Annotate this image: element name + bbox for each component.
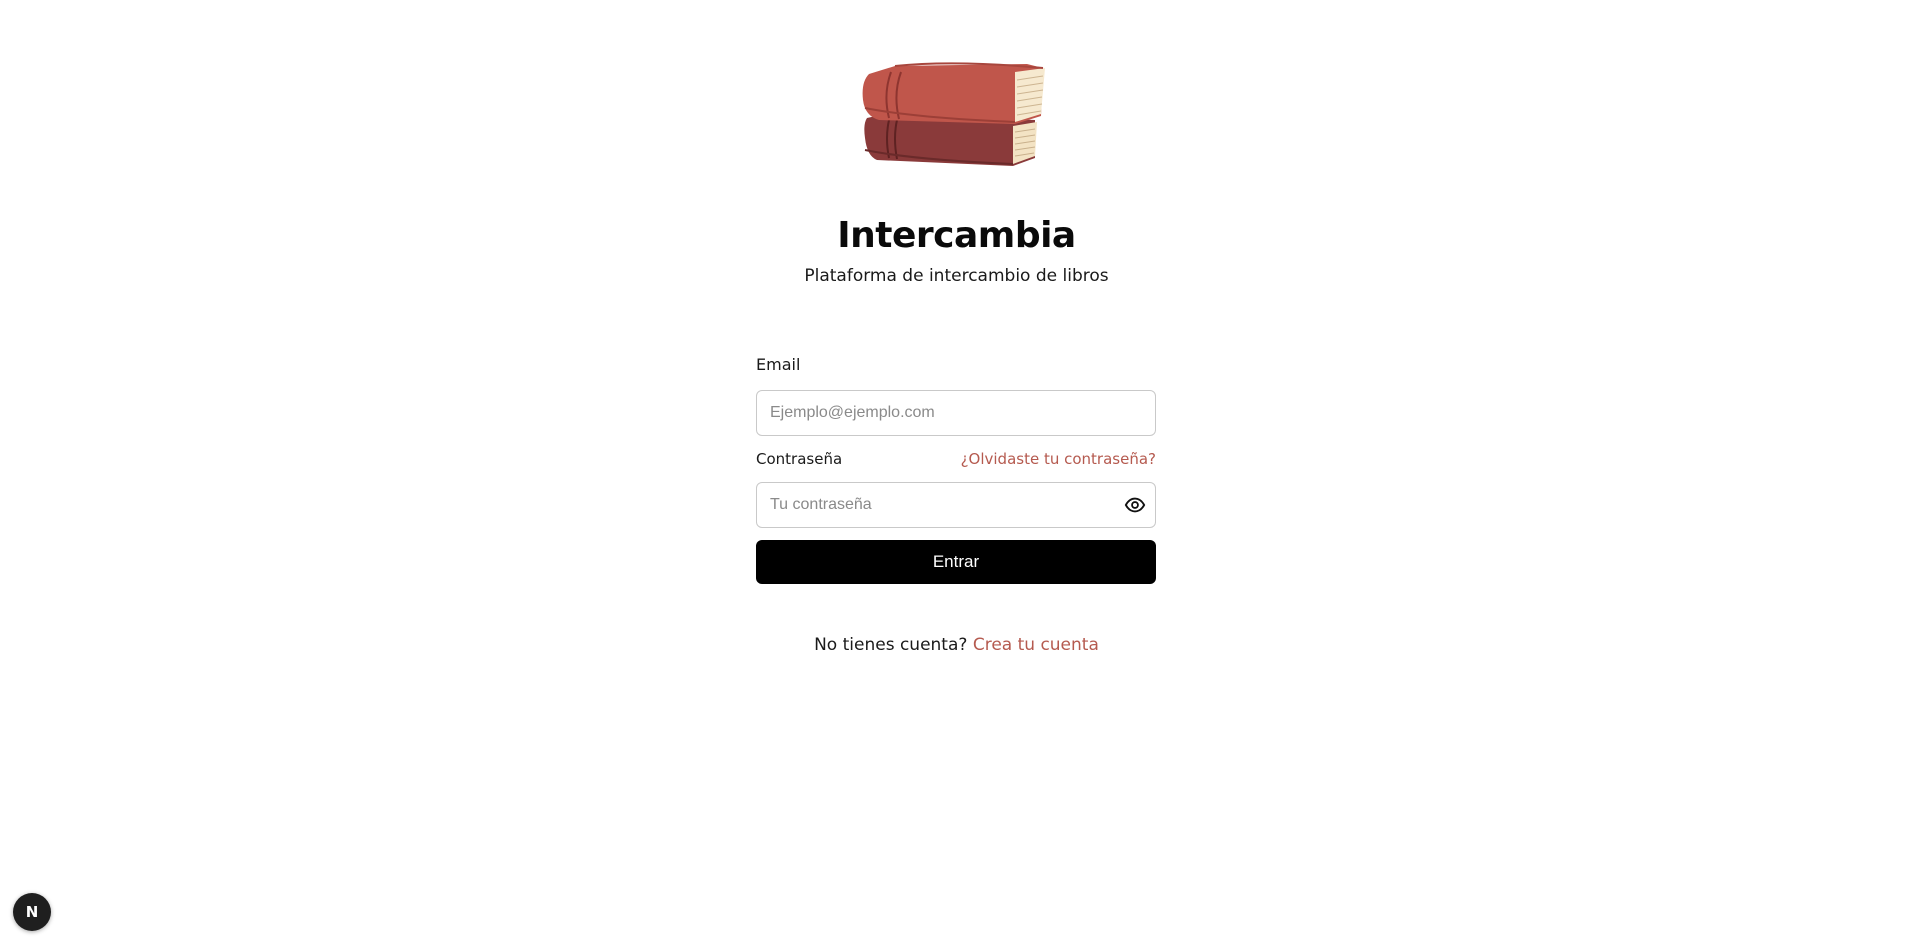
password-field-container bbox=[756, 482, 1156, 528]
password-label-row: Contraseña ¿Olvidaste tu contraseña? bbox=[756, 448, 1156, 470]
signup-prompt-text: No tienes cuenta? bbox=[814, 635, 968, 655]
forgot-password-link[interactable]: ¿Olvidaste tu contraseña? bbox=[961, 448, 1156, 470]
signup-prompt-row: No tienes cuenta? Crea tu cuenta bbox=[0, 633, 1913, 657]
email-field[interactable] bbox=[757, 391, 1110, 435]
create-account-link[interactable]: Crea tu cuenta bbox=[973, 635, 1099, 655]
login-page: Intercambia Plataforma de intercambio de… bbox=[0, 0, 1913, 945]
password-field[interactable] bbox=[757, 483, 1110, 527]
dev-badge-letter: N bbox=[25, 903, 39, 921]
app-subtitle: Plataforma de intercambio de libros bbox=[804, 266, 1109, 286]
email-field-container bbox=[756, 390, 1156, 436]
eye-icon[interactable] bbox=[1124, 494, 1146, 516]
password-label: Contraseña bbox=[756, 450, 843, 468]
email-label: Email bbox=[756, 355, 801, 374]
dev-tools-badge[interactable]: N bbox=[13, 893, 51, 931]
stacked-books-icon bbox=[862, 62, 1045, 166]
login-submit-button[interactable]: Entrar bbox=[756, 540, 1156, 584]
app-title: Intercambia bbox=[837, 215, 1076, 256]
